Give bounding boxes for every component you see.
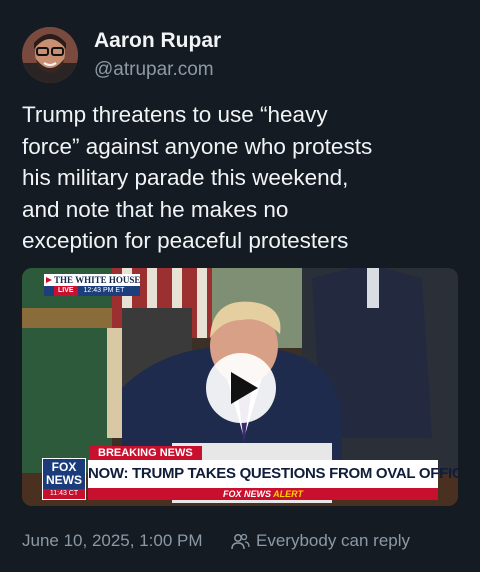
fox-news-logo: FOX NEWS 11:43 CT: [42, 458, 86, 500]
post-text-line: exception for peaceful protesters: [22, 228, 349, 253]
post-card: Aaron Rupar @atrupar.com Trump threatens…: [0, 0, 480, 572]
fox-news-alert-bar: FOX NEWS ALERT: [88, 488, 438, 500]
white-house-bug: THE WHITE HOUSE LIVE 12:43 PM ET: [44, 274, 140, 296]
avatar-image: [22, 27, 78, 83]
alert-word: ALERT: [273, 489, 304, 499]
author-handle[interactable]: @atrupar.com: [94, 59, 214, 81]
author-name[interactable]: Aaron Rupar: [94, 29, 221, 53]
play-button[interactable]: [206, 353, 276, 423]
post-text-line: Trump threatens to use “heavy: [22, 102, 328, 127]
reply-setting: Everybody can reply: [256, 531, 411, 550]
alert-prefix: FOX NEWS: [222, 489, 271, 499]
post-text-line: and note that he makes no: [22, 196, 289, 222]
post-text-line: his military parade this weekend,: [22, 165, 349, 190]
live-time: 12:43 PM ET: [83, 287, 125, 294]
post-timestamp[interactable]: June 10, 2025, 1:00 PM: [22, 531, 203, 551]
video-player[interactable]: THE WHITE HOUSE LIVE 12:43 PM ET BREAKIN…: [22, 268, 458, 506]
headline-chyron: NOW: TRUMP TAKES QUESTIONS FROM OVAL OFF…: [88, 460, 458, 488]
breaking-news-tag: BREAKING NEWS: [90, 446, 202, 460]
post-text-line: force” against anyone who protests: [22, 133, 373, 159]
avatar[interactable]: [22, 27, 78, 83]
logo-news: NEWS: [46, 473, 82, 487]
logo-time: 11:43 CT: [43, 489, 85, 499]
post-text: Trump threatens to use “heavy force” aga…: [22, 99, 462, 257]
people-icon: [231, 533, 250, 550]
logo-fox: FOX: [51, 460, 77, 474]
live-strip: LIVE 12:43 PM ET: [44, 286, 140, 296]
live-tag: LIVE: [54, 286, 78, 296]
white-house-title: THE WHITE HOUSE: [44, 274, 140, 286]
